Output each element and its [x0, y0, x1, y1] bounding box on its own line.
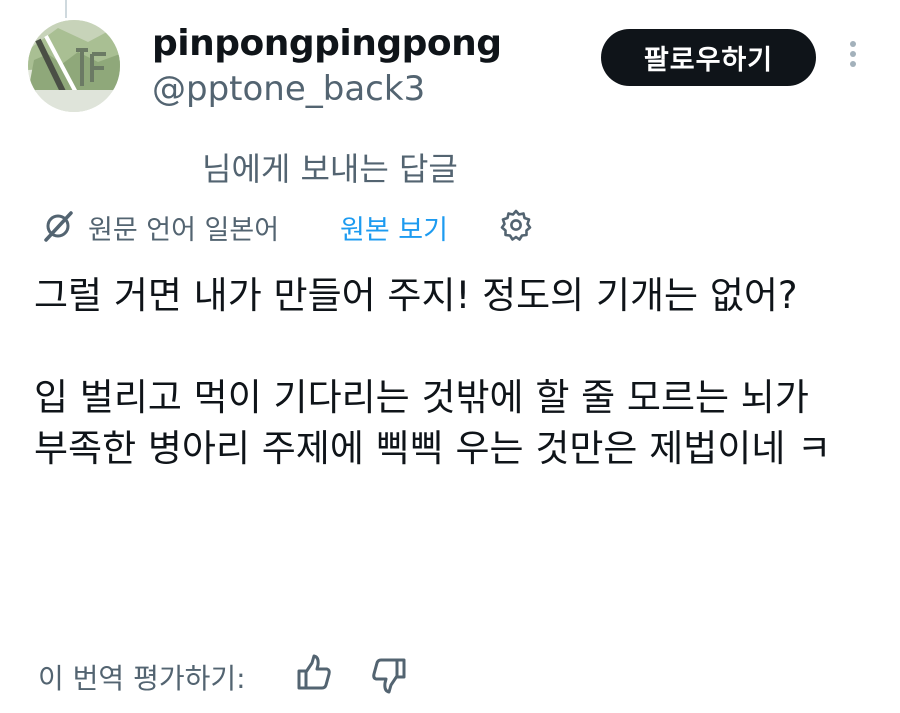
- translated-from-label: 원문 언어 일본어: [88, 215, 280, 246]
- avatar[interactable]: [28, 20, 120, 112]
- thread-connector-line: [65, 0, 67, 18]
- thumbs-up-icon[interactable]: [296, 653, 332, 693]
- author-handle[interactable]: @pptone_back3: [152, 68, 425, 110]
- show-original-link[interactable]: 원본 보기: [340, 208, 448, 247]
- tweet-text: 그럴 거면 내가 만들어 주지! 정도의 기개는 없어? 입 벌리고 먹이 기다…: [34, 270, 874, 474]
- rating-label: 이 번역 평가하기:: [38, 662, 246, 695]
- tweet-paragraph-1: 그럴 거면 내가 만들어 주지! 정도의 기개는 없어?: [34, 274, 798, 317]
- reply-context: 님에게 보내는 답글: [0, 138, 560, 188]
- tweet-paragraph-2: 입 벌리고 먹이 기다리는 것밖에 할 줄 모르는 뇌가 부족한 병아리 주제에…: [34, 376, 832, 470]
- translate-slash-icon: [44, 211, 73, 242]
- avatar-image: [28, 20, 120, 112]
- thumbs-down-icon[interactable]: [371, 655, 407, 695]
- follow-button[interactable]: 팔로우하기: [601, 29, 816, 86]
- more-vertical-icon[interactable]: [846, 41, 860, 73]
- translation-bar: 원문 언어 일본어 원본 보기: [36, 200, 576, 250]
- gear-icon[interactable]: [498, 207, 534, 243]
- redacted-mention: [0, 140, 196, 184]
- translation-rating-bar: 이 번역 평가하기:: [38, 653, 458, 699]
- author-display-name[interactable]: pinpongpingpong: [152, 22, 502, 66]
- reply-to-text: 님에게 보내는 답글: [202, 150, 458, 188]
